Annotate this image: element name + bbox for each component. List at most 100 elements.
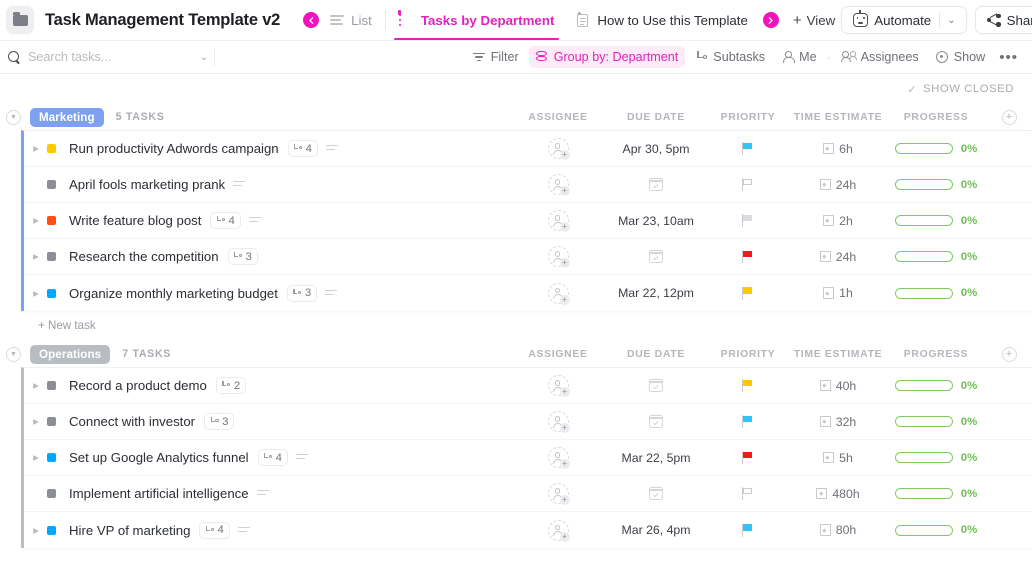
description-icon[interactable] bbox=[256, 489, 269, 498]
subtask-count-chip[interactable]: 3 bbox=[227, 248, 258, 265]
task-status-dot[interactable] bbox=[47, 417, 56, 426]
task-time-estimate[interactable]: 40h bbox=[836, 379, 857, 393]
calendar-icon[interactable] bbox=[648, 250, 664, 263]
task-progress-cell[interactable]: 0% bbox=[886, 215, 986, 227]
column-header-assignee[interactable]: ASSIGNEE bbox=[510, 349, 606, 360]
task-priority-cell[interactable] bbox=[706, 523, 790, 537]
expand-subtasks-caret-icon[interactable]: ▶ bbox=[29, 289, 43, 298]
expand-subtasks-caret-icon[interactable]: ▶ bbox=[29, 417, 43, 426]
task-name[interactable]: Connect with investor bbox=[69, 414, 195, 429]
add-assignee-avatar-icon[interactable]: + bbox=[547, 174, 570, 196]
task-time-estimate[interactable]: 80h bbox=[836, 523, 857, 537]
task-name[interactable]: April fools marketing prank bbox=[69, 177, 225, 192]
task-priority-flag-icon[interactable] bbox=[741, 451, 755, 464]
task-assignee-cell[interactable]: + bbox=[510, 483, 606, 505]
task-time-estimate-cell[interactable]: 6h bbox=[790, 142, 886, 156]
task-progress-cell[interactable]: 0% bbox=[886, 380, 986, 392]
task-time-estimate[interactable]: 2h bbox=[839, 214, 853, 228]
description-icon[interactable] bbox=[233, 180, 246, 189]
task-assignee-cell[interactable]: + bbox=[510, 282, 606, 305]
add-assignee-avatar-icon[interactable]: + bbox=[547, 447, 570, 469]
task-time-estimate[interactable]: 24h bbox=[836, 178, 857, 192]
task-status-dot[interactable] bbox=[47, 525, 56, 535]
task-progress-bar[interactable] bbox=[894, 524, 953, 536]
task-time-estimate-cell[interactable]: 1h bbox=[790, 286, 886, 300]
task-time-estimate[interactable]: 480h bbox=[832, 487, 859, 501]
task-row[interactable]: ▶ Hire VP of marketing 4 + Mar 26, 4pm 80h 0% bbox=[24, 512, 1032, 548]
tab-tasks-by-department[interactable]: Tasks by Department bbox=[388, 0, 566, 40]
task-priority-flag-icon[interactable] bbox=[741, 523, 755, 537]
task-time-estimate[interactable]: 5h bbox=[839, 451, 853, 465]
column-header-progress[interactable]: PROGRESS bbox=[886, 112, 986, 123]
task-progress-bar[interactable] bbox=[894, 179, 953, 190]
task-time-estimate-cell[interactable]: 24h bbox=[790, 250, 886, 264]
expand-subtasks-caret-icon[interactable]: ▶ bbox=[29, 252, 43, 261]
task-row[interactable]: ▶ Implement artificial intelligence +480h 0… bbox=[24, 476, 1032, 512]
task-priority-flag-icon[interactable] bbox=[741, 415, 755, 428]
group-by-button[interactable]: Group by: Department bbox=[528, 46, 686, 68]
task-priority-flag-icon[interactable] bbox=[741, 178, 755, 191]
calendar-icon[interactable] bbox=[648, 415, 664, 428]
task-assignee-cell[interactable]: + bbox=[510, 375, 606, 397]
task-assignee-cell[interactable]: + bbox=[510, 411, 606, 433]
description-icon[interactable] bbox=[326, 144, 338, 153]
add-assignee-avatar-icon[interactable]: + bbox=[547, 411, 570, 433]
task-status-dot[interactable] bbox=[47, 288, 56, 298]
task-time-estimate-cell[interactable]: 480h bbox=[790, 487, 886, 501]
task-status-dot[interactable] bbox=[47, 453, 56, 462]
description-icon[interactable] bbox=[325, 289, 338, 298]
chevron-down-icon[interactable]: ⌄ bbox=[940, 15, 962, 26]
task-due-date[interactable]: Mar 22, 5pm bbox=[621, 451, 690, 465]
task-priority-cell[interactable] bbox=[706, 379, 790, 392]
task-due-date-cell[interactable]: Mar 26, 4pm bbox=[606, 523, 706, 537]
subtask-count-chip[interactable]: 4 bbox=[210, 212, 241, 229]
task-time-estimate-cell[interactable]: 32h bbox=[790, 415, 886, 429]
task-progress-cell[interactable]: 0% bbox=[886, 524, 986, 536]
task-progress-bar[interactable] bbox=[894, 416, 953, 427]
task-priority-flag-icon[interactable] bbox=[741, 142, 755, 155]
task-time-estimate-cell[interactable]: 5h bbox=[790, 451, 886, 465]
task-due-date[interactable]: Apr 30, 5pm bbox=[623, 142, 690, 156]
search-chevron-down-icon[interactable]: ⌄ bbox=[200, 52, 208, 63]
task-time-estimate-cell[interactable]: 40h bbox=[790, 379, 886, 393]
add-assignee-avatar-icon[interactable]: + bbox=[547, 375, 570, 397]
task-progress-bar[interactable] bbox=[894, 452, 953, 463]
subtask-count-chip[interactable]: 4 bbox=[199, 521, 230, 539]
task-row[interactable]: ▶ Write feature blog post 4 + Mar 23, 10am 2h… bbox=[24, 203, 1032, 239]
task-name[interactable]: Implement artificial intelligence bbox=[69, 486, 249, 501]
task-priority-cell[interactable] bbox=[706, 142, 790, 155]
task-status-dot[interactable] bbox=[47, 180, 56, 189]
column-header-progress[interactable]: PROGRESS bbox=[886, 349, 986, 360]
task-status-dot[interactable] bbox=[47, 489, 56, 498]
description-icon[interactable] bbox=[295, 453, 308, 462]
task-progress-cell[interactable]: 0% bbox=[886, 179, 986, 191]
expand-subtasks-caret-icon[interactable]: ▶ bbox=[29, 381, 43, 390]
column-header-priority[interactable]: PRIORITY bbox=[706, 349, 790, 360]
task-progress-cell[interactable]: 0% bbox=[886, 488, 986, 500]
tab-list[interactable]: List bbox=[319, 0, 383, 40]
task-progress-bar[interactable] bbox=[894, 488, 953, 499]
group-badge-operations[interactable]: Operations bbox=[30, 344, 111, 364]
task-priority-flag-icon[interactable] bbox=[741, 286, 755, 300]
task-name[interactable]: Research the competition bbox=[69, 249, 219, 264]
task-due-date-cell[interactable] bbox=[606, 250, 706, 263]
task-name[interactable]: Hire VP of marketing bbox=[69, 523, 190, 538]
task-name[interactable]: Write feature blog post bbox=[69, 213, 201, 228]
task-due-date-cell[interactable] bbox=[606, 487, 706, 500]
search-input[interactable] bbox=[28, 50, 192, 64]
new-task-button-marketing[interactable]: + New task bbox=[38, 311, 1032, 339]
show-button[interactable]: Show bbox=[929, 46, 993, 68]
task-time-estimate-cell[interactable]: 2h bbox=[790, 214, 886, 228]
task-priority-flag-icon[interactable] bbox=[741, 214, 755, 227]
add-assignee-avatar-icon[interactable]: + bbox=[547, 210, 570, 232]
task-row[interactable]: ▶ Record a product demo 2 +40h 0% bbox=[24, 368, 1032, 404]
task-due-date-cell[interactable]: Mar 22, 12pm bbox=[606, 286, 706, 300]
add-assignee-avatar-icon[interactable]: + bbox=[547, 282, 570, 305]
task-name[interactable]: Run productivity Adwords campaign bbox=[69, 141, 279, 156]
task-status-dot[interactable] bbox=[47, 252, 56, 261]
add-assignee-avatar-icon[interactable]: + bbox=[547, 138, 570, 160]
task-assignee-cell[interactable]: + bbox=[510, 174, 606, 196]
automate-button[interactable]: Automate ⌄ bbox=[841, 6, 967, 34]
task-progress-cell[interactable]: 0% bbox=[886, 452, 986, 464]
add-view-button[interactable]: + View bbox=[787, 0, 841, 40]
